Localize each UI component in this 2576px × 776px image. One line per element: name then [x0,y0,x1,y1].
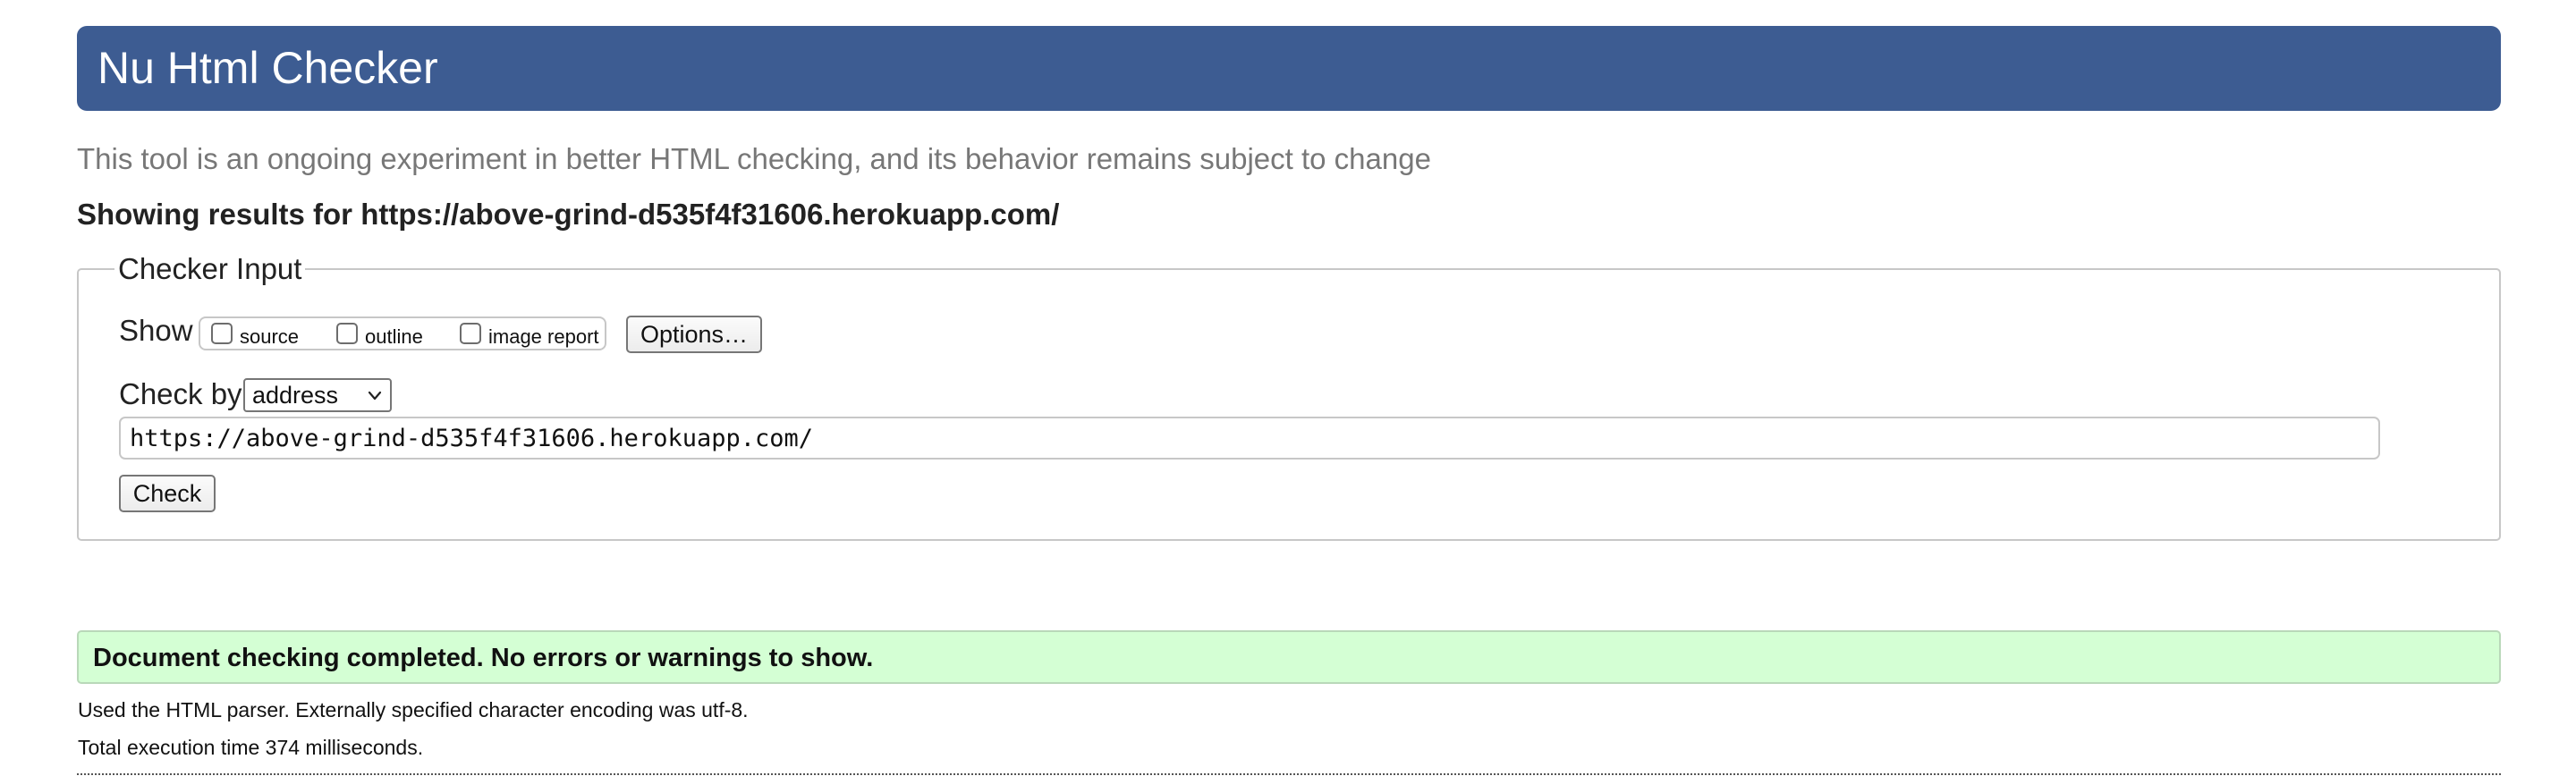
tagline: This tool is an ongoing experiment in be… [77,142,1431,175]
execution-time-note: Total execution time 374 milliseconds. [78,736,424,759]
checker-input-fieldset: Checker Input [77,253,2501,541]
success-message: Document checking completed. No errors o… [93,644,874,672]
divider [77,773,2501,775]
page-header: Nu Html Checker [77,26,2501,111]
source-checkbox[interactable] [211,323,233,344]
page-title: Nu Html Checker [97,43,438,93]
parser-note: Used the HTML parser. Externally specifi… [78,698,749,721]
image-report-checkbox-label[interactable]: image report [488,325,599,349]
check-button[interactable]: Check [119,475,216,512]
show-options-group: source outline image report [199,316,606,350]
outline-checkbox-label[interactable]: outline [365,325,423,349]
chevron-down-icon [367,383,383,418]
outline-checkbox[interactable] [336,323,358,344]
options-button[interactable]: Options… [626,316,762,353]
url-input[interactable] [119,417,2380,460]
image-report-checkbox[interactable] [460,323,481,344]
check-by-select[interactable]: address [243,378,392,412]
source-checkbox-label[interactable]: source [240,325,299,349]
success-message-box: Document checking completed. No errors o… [77,630,2501,684]
showing-results-heading: Showing results for https://above-grind-… [77,198,1060,231]
show-label: Show [119,314,193,347]
check-by-selected-value: address [252,382,339,409]
check-by-label: Check by [119,377,242,410]
checker-input-legend: Checker Input [118,252,302,285]
